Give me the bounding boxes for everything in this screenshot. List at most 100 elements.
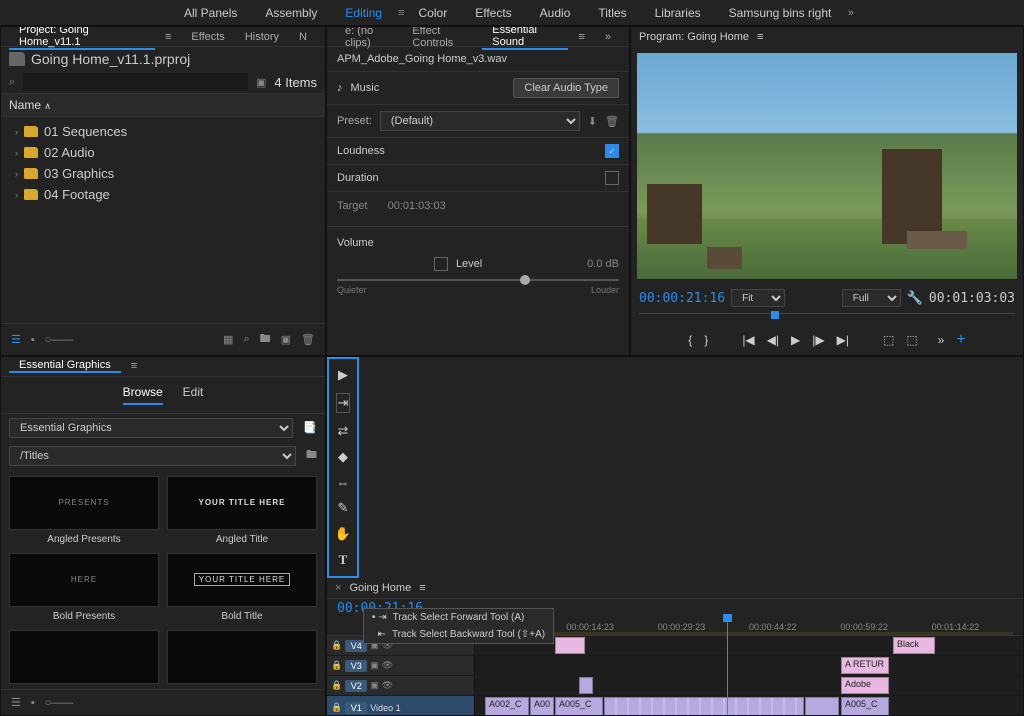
tab-menu-icon[interactable]: ≡ [121,360,147,372]
step-fwd-icon[interactable]: |▶ [812,333,824,347]
zoom-select[interactable]: Fit [731,289,785,307]
list-view-icon[interactable]: ☰ [11,696,21,709]
trash-icon[interactable]: 🗑 [605,115,619,128]
download-icon[interactable]: ⬇ [588,115,597,128]
find-icon[interactable]: ⌕ [243,333,249,346]
zoom-slider[interactable]: ○—— [45,334,74,346]
project-search-input[interactable] [23,73,248,91]
tab-overflow-icon[interactable]: » [595,31,621,43]
tab-essential-graphics[interactable]: Essential Graphics [9,359,121,373]
duration-label[interactable]: Duration [337,172,379,184]
toggle-icon[interactable]: ▣ [370,680,379,691]
delete-icon[interactable]: 🗑 [301,333,315,346]
ws-color[interactable]: Color [405,0,462,26]
loudness-checkbox[interactable]: ✓ [605,144,619,158]
ws-samsung[interactable]: Samsung bins right [715,0,846,26]
hand-tool-icon[interactable]: ✋ [335,526,351,542]
settings-icon[interactable]: 🔧 [907,290,923,306]
clip[interactable] [805,697,839,716]
clip-adobe[interactable]: Adobe [841,677,889,694]
tab-project[interactable]: Project: Going Home_v11.1 [9,26,155,50]
clear-audio-type-button[interactable]: Clear Audio Type [513,78,619,98]
duration-checkbox[interactable] [605,171,619,185]
eye-icon[interactable]: 👁 [382,680,393,691]
path-select[interactable]: /Titles [9,446,296,466]
bin-audio[interactable]: ›02 Audio [9,142,317,163]
track-v1[interactable]: V1 [345,702,367,714]
ws-effects[interactable]: Effects [461,0,525,26]
track-v3[interactable]: V3 [345,660,367,672]
preset-select[interactable]: (Default) [380,111,580,131]
tab-menu-icon[interactable]: ≡ [155,31,181,43]
lock-icon[interactable]: 🔒 [331,640,342,651]
playhead[interactable] [727,620,728,716]
clip[interactable] [555,637,585,654]
clip-black[interactable]: Black [893,637,935,654]
lock-icon[interactable]: 🔒 [331,660,342,671]
bin-sequences[interactable]: ›01 Sequences [9,121,317,142]
clip[interactable] [579,677,593,694]
track-v2[interactable]: V2 [345,680,367,692]
ws-editing[interactable]: Editing [331,0,396,26]
category-select[interactable]: Essential Graphics [9,418,293,438]
bin-graphics[interactable]: ›03 Graphics [9,163,317,184]
edit-tab[interactable]: Edit [183,385,204,405]
razor-tool-icon[interactable]: ◆ [338,449,348,465]
ws-audio[interactable]: Audio [526,0,585,26]
ws-all-panels[interactable]: All Panels [170,0,251,26]
column-name[interactable]: Name ∧ [1,93,325,117]
tab-history[interactable]: History [235,31,289,43]
program-monitor[interactable] [637,53,1017,279]
grid-view-icon[interactable]: ▪ [31,697,35,709]
mark-out-icon[interactable]: } [704,333,708,347]
bin-footage[interactable]: ›04 Footage [9,184,317,205]
program-playhead[interactable] [771,311,779,319]
target-timecode[interactable]: 00:01:03:03 [388,200,446,212]
tooltip-backward[interactable]: ⇤Track Select Backward Tool (⇧+A) [364,626,553,643]
slip-tool-icon[interactable]: ⇔ [337,475,350,490]
ws-assembly[interactable]: Assembly [251,0,331,26]
ripple-edit-tool-icon[interactable]: ⇄ [338,423,349,439]
tab-effect-controls[interactable]: Effect Controls [402,26,482,49]
tab-more[interactable]: N [289,31,317,43]
zoom-slider[interactable]: ○—— [45,697,74,709]
template-bold-presents[interactable]: HEREBold Presents [9,553,159,622]
play-icon[interactable]: ▶ [791,333,800,347]
template-extra-2[interactable] [167,630,317,688]
ws-overflow-icon[interactable]: » [848,7,854,19]
clip-seq[interactable] [604,697,804,716]
program-ruler[interactable] [639,313,1015,323]
list-view-icon[interactable]: ☰ [11,333,21,346]
clip-return[interactable]: A RETUR [841,657,889,674]
current-timecode[interactable]: 00:00:21:16 [639,291,725,306]
step-back-icon[interactable]: ◀| [767,333,779,347]
clip-a002[interactable]: A002_C [485,697,529,716]
lift-icon[interactable]: ⬚ [883,333,894,347]
new-item-icon[interactable]: ▣ [281,333,291,346]
auto-icon[interactable]: ▦ [223,333,233,346]
ws-titles[interactable]: Titles [584,0,640,26]
sequence-name[interactable]: Going Home [349,582,411,594]
clip-a005[interactable]: A005_C [555,697,603,716]
tab-menu-icon[interactable]: ≡ [568,31,594,43]
template-angled-title[interactable]: YOUR TITLE HEREAngled Title [167,476,317,545]
go-out-icon[interactable]: ▶| [837,333,849,347]
tooltip-forward[interactable]: • ⇥Track Select Forward Tool (A) [364,609,553,626]
tab-effects[interactable]: Effects [181,31,234,43]
go-in-icon[interactable]: |◀ [742,333,754,347]
filter-icon[interactable]: ▣ [256,76,266,89]
resolution-select[interactable]: Full [842,289,901,307]
type-tool-icon[interactable]: T [339,552,348,568]
new-folder-icon[interactable]: 🖿 [306,446,317,465]
extract-icon[interactable]: ⬚ [906,333,917,347]
template-angled-presents[interactable]: PRESENTSAngled Presents [9,476,159,545]
add-button-icon[interactable]: + [956,331,965,349]
track-select-tool-icon[interactable]: ⇥ [336,393,351,413]
level-checkbox[interactable] [434,257,448,271]
stock-icon[interactable]: 📑 [303,421,317,434]
selection-tool-icon[interactable]: ▶ [338,367,348,383]
tab-essential-sound[interactable]: Essential Sound [482,26,568,50]
ws-libraries[interactable]: Libraries [641,0,715,26]
panel-menu-icon[interactable]: ≡ [419,582,425,594]
toggle-icon[interactable]: ▣ [370,660,379,671]
